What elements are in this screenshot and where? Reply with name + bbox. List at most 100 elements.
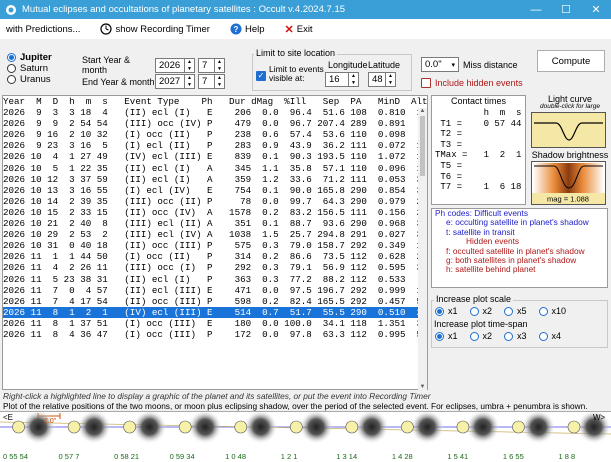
close-button[interactable]: ✕ <box>581 0 611 19</box>
table-row[interactable]: 2026 10 13 3 16 55 (I) ecl (IV) E 754 0.… <box>3 185 427 196</box>
miss-distance-row: 0.0" ▾ Miss distance <box>421 57 518 72</box>
end-year-field[interactable]: 2027 <box>155 74 185 89</box>
table-row[interactable]: 2026 11 7 4 17 54 (II) occ (III) P 598 0… <box>3 296 427 307</box>
table-row[interactable]: 2026 9 16 2 10 32 (I) occ (II) P 238 0.6… <box>3 129 427 140</box>
minimize-button[interactable]: — <box>521 0 551 19</box>
end-month-spinner[interactable]: ▲ ▼ <box>215 74 225 89</box>
table-row[interactable]: 2026 11 7 0 4 57 (II) ecl (III) E 471 0.… <box>3 285 427 296</box>
table-row[interactable]: 2026 10 31 0 40 18 (II) occ (III) P 575 … <box>3 240 427 251</box>
table-row[interactable]: 2026 10 21 2 40 8 (III) ecl (II) A 351 0… <box>3 218 427 229</box>
table-row[interactable]: 2026 10 4 1 27 49 (IV) ecl (III) E 839 0… <box>3 151 427 162</box>
moon-mark <box>289 420 303 434</box>
table-row[interactable]: 2026 10 15 2 33 15 (II) occ (IV) A 1578 … <box>3 207 427 218</box>
scroll-thumb[interactable] <box>420 116 425 176</box>
span-radio[interactable] <box>538 331 548 341</box>
start-year-field[interactable]: 2026 <box>155 57 185 73</box>
span-option[interactable]: x2 <box>469 331 492 341</box>
radio-uranus[interactable] <box>7 75 16 84</box>
light-curve-svg <box>534 122 603 141</box>
hidden-events-label: Include hidden events <box>435 78 523 88</box>
latitude-field[interactable]: 48 <box>368 72 386 87</box>
scale-option[interactable]: x10 <box>538 306 566 316</box>
longitude-input: 16 ▲ ▼ <box>325 72 359 87</box>
span-radio[interactable] <box>435 331 444 341</box>
table-row[interactable]: 2026 11 8 1 2 1 (IV) ecl (III) E 514 0.7… <box>3 306 427 318</box>
shadow-mark <box>77 412 112 444</box>
time-label: 1 0 48 <box>225 452 247 461</box>
scale-option[interactable]: x2 <box>469 306 492 316</box>
span-radio[interactable] <box>504 331 514 341</box>
maximize-button[interactable]: ☐ <box>551 0 581 19</box>
table-body: 2026 9 3 3 18 4 (II) ecl (I) E 206 0.0 9… <box>3 107 427 340</box>
shadow-mark <box>132 412 167 444</box>
latitude-spinner[interactable]: ▲ ▼ <box>386 72 396 87</box>
scroll-up-icon[interactable]: ▲ <box>418 108 427 114</box>
table-scrollbar[interactable]: ▲ ▼ <box>418 108 427 390</box>
site-limit-checkbox[interactable]: ✓ <box>256 70 266 81</box>
scale-radio[interactable] <box>504 306 514 316</box>
menu-exit[interactable]: ✕ Exit <box>285 23 313 36</box>
scale-radio[interactable] <box>435 306 444 316</box>
menu-predictions[interactable]: with Predictions... <box>6 24 80 35</box>
plot-span-label: Increase plot time-span <box>434 319 528 329</box>
span-option[interactable]: x3 <box>504 331 527 341</box>
menu-recording-timer[interactable]: show Recording Timer <box>100 23 210 35</box>
scale-radio[interactable] <box>538 306 548 316</box>
menu-help[interactable]: ? Help <box>230 23 265 35</box>
span-option[interactable]: x1 <box>435 331 458 341</box>
start-month-spinner[interactable]: ▲ ▼ <box>215 57 225 73</box>
light-curve-subtitle: double-click for large <box>540 103 600 110</box>
scale-radio[interactable] <box>469 306 479 316</box>
contact-line: T7 = 1 6 18 <box>435 182 522 193</box>
start-year-spinner[interactable]: ▲ ▼ <box>185 57 195 73</box>
shadow-mark <box>465 412 500 444</box>
radio-jupiter[interactable] <box>7 53 16 62</box>
end-month-field[interactable]: 7 <box>198 74 215 89</box>
hidden-events-checkbox[interactable] <box>421 78 431 88</box>
table-row[interactable]: 2026 11 1 1 44 50 (I) occ (II) P 314 0.2… <box>3 251 427 262</box>
latitude-input: 48 ▲ ▼ <box>368 72 396 87</box>
scroll-down-icon[interactable]: ▼ <box>418 384 427 390</box>
code-lines: e: occulting satellite in planet's shado… <box>432 217 607 274</box>
planet-option-jupiter[interactable]: Jupiter <box>7 52 52 63</box>
menu-recording-label: show Recording Timer <box>115 23 210 35</box>
latitude-label: Latitude <box>368 60 401 70</box>
shadow-mark <box>21 412 56 444</box>
start-month-field[interactable]: 7 <box>198 57 215 73</box>
plot-scale-label: Increase plot scale <box>434 294 514 304</box>
span-option[interactable]: x4 <box>538 331 561 341</box>
planet-selector: Jupiter Saturn Uranus <box>7 52 52 85</box>
table-row[interactable]: 2026 9 23 3 16 5 (I) ecl (II) P 283 0.9 … <box>3 140 427 151</box>
longitude-spinner[interactable]: ▲ ▼ <box>349 72 359 87</box>
clock-icon <box>100 23 113 35</box>
scale-option[interactable]: x5 <box>504 306 527 316</box>
time-label: 0 58 21 <box>114 452 140 461</box>
end-year-spinner[interactable]: ▲ ▼ <box>185 74 195 89</box>
table-row[interactable]: 2026 9 9 2 54 54 (III) occ (IV) P 479 0.… <box>3 118 427 129</box>
light-curve-plot[interactable] <box>531 112 606 148</box>
span-radio[interactable] <box>469 331 479 341</box>
exit-x-icon: ✕ <box>284 23 294 36</box>
check-icon[interactable]: ✓ <box>256 70 266 81</box>
shadow-brightness-plot: mag = 1.088 <box>531 161 606 205</box>
table-row[interactable]: 2026 9 3 3 18 4 (II) ecl (I) E 206 0.0 9… <box>3 107 427 118</box>
table-row[interactable]: 2026 11 8 1 37 51 (I) occ (III) E 180 0.… <box>3 318 427 329</box>
compute-button[interactable]: Compute <box>537 50 605 72</box>
table-row[interactable]: 2026 11 8 4 36 47 (I) occ (III) P 172 0.… <box>3 329 427 340</box>
table-row[interactable]: 2026 10 12 3 37 59 (II) ecl (I) A 359 1.… <box>3 174 427 185</box>
table-row[interactable]: 2026 10 14 2 39 35 (III) occ (II) P 78 0… <box>3 196 427 207</box>
hidden-events-row[interactable]: Include hidden events <box>421 78 523 88</box>
planet-label: Jupiter <box>20 52 52 63</box>
planet-label: Saturn <box>20 63 48 74</box>
table-row[interactable]: 2026 11 5 23 38 31 (II) ecl (I) P 363 0.… <box>3 274 427 285</box>
scale-option[interactable]: x1 <box>435 306 458 316</box>
radio-saturn[interactable] <box>7 64 16 73</box>
longitude-field[interactable]: 16 <box>325 72 349 87</box>
miss-distance-select[interactable]: 0.0" ▾ <box>421 57 459 72</box>
planet-option-saturn[interactable]: Saturn <box>7 63 52 74</box>
table-row[interactable]: 2026 11 4 2 26 11 (III) occ (I) P 292 0.… <box>3 262 427 273</box>
moon-mark <box>123 420 136 434</box>
planet-option-uranus[interactable]: Uranus <box>7 74 52 85</box>
table-row[interactable]: 2026 10 29 2 53 2 (III) ecl (IV) A 1038 … <box>3 229 427 240</box>
table-row[interactable]: 2026 10 5 1 22 35 (II) ecl (I) A 345 1.1… <box>3 163 427 174</box>
